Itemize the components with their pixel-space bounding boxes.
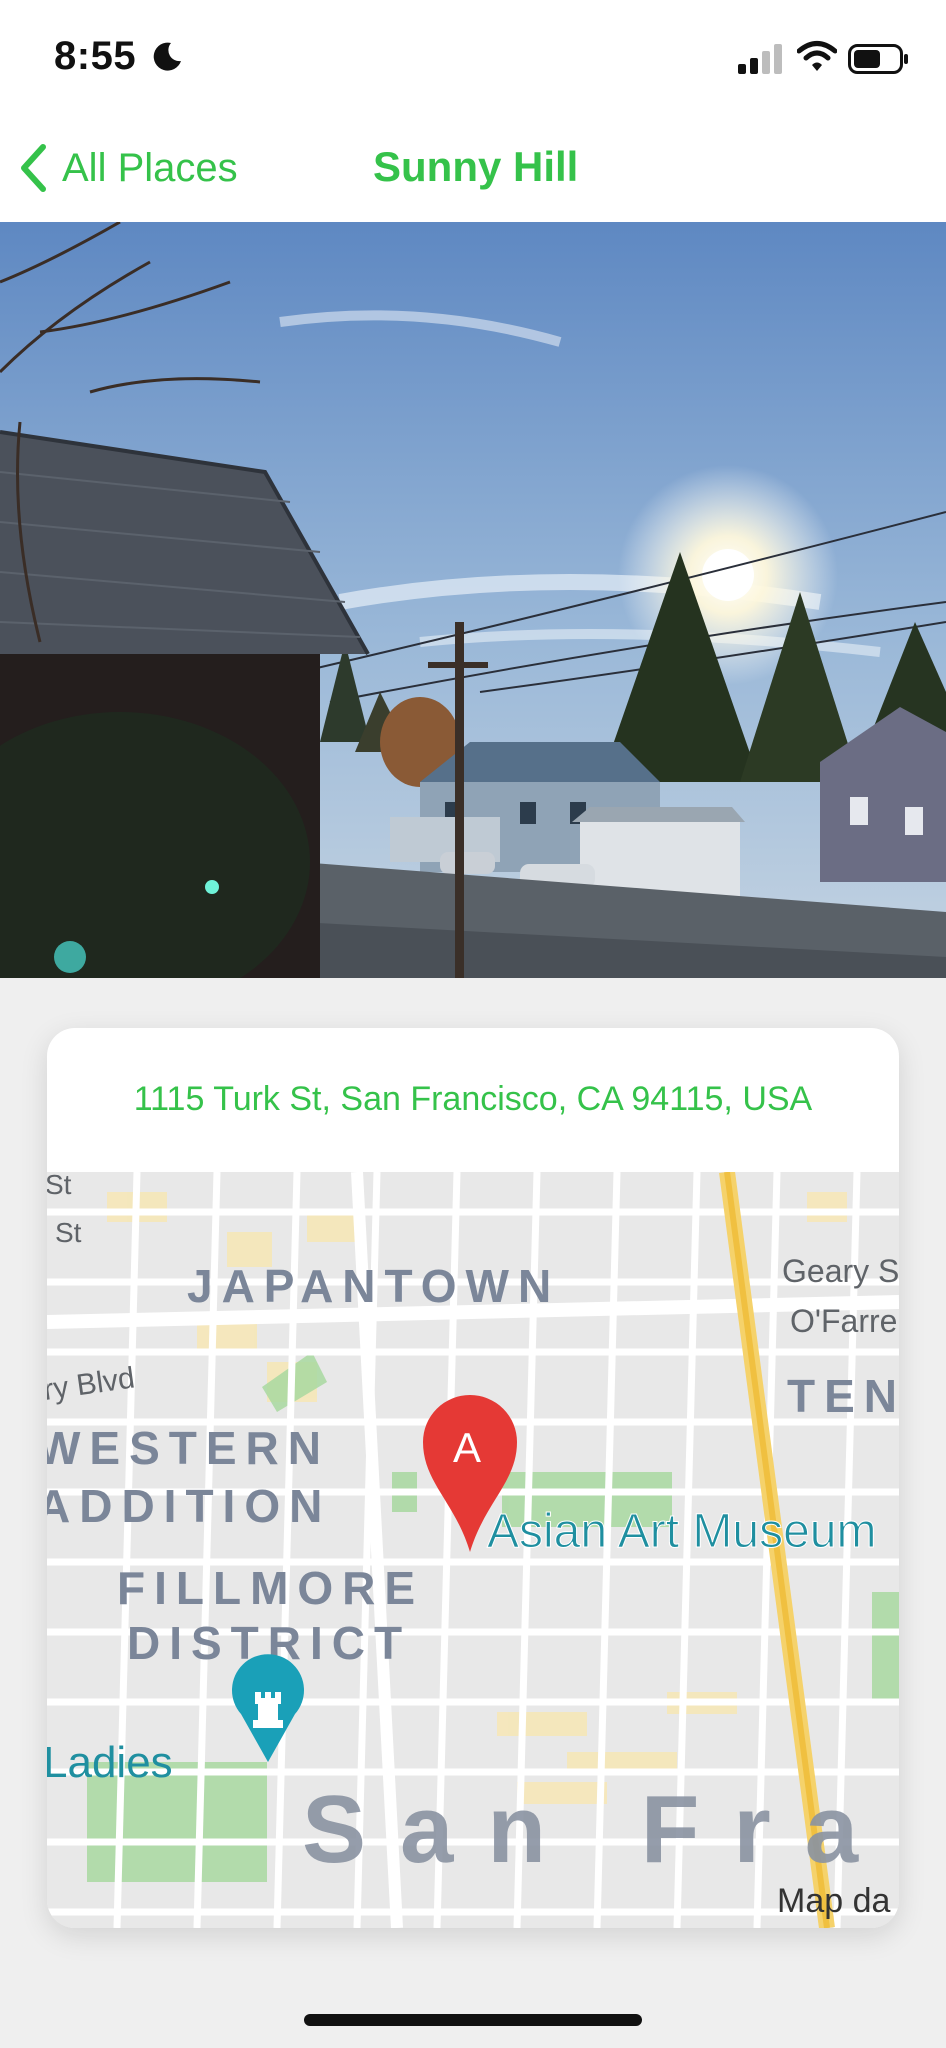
map-label-st-1: St [47, 1172, 72, 1200]
map-attribution: Map da [777, 1882, 890, 1920]
map-label-ladies: Ladies [47, 1738, 173, 1787]
marker-label: A [453, 1424, 481, 1471]
map-label-addition: ADDITION [47, 1480, 331, 1532]
moon-icon [153, 42, 181, 71]
back-button[interactable]: All Places [18, 138, 238, 198]
map-label-asian-art-museum: Asian Art Museum [487, 1505, 876, 1558]
map-label-japantown: JAPANTOWN [187, 1260, 560, 1312]
back-button-label: All Places [62, 145, 238, 190]
page-title: Sunny Hill [373, 143, 579, 190]
map-label-fillmore: FILLMORE [117, 1562, 424, 1614]
map-label-ofarrell: O'Farre [790, 1303, 897, 1339]
status-bar: 8:55 [0, 0, 946, 110]
chevron-left-icon [21, 144, 46, 192]
map-label-geary: Geary S [782, 1253, 899, 1289]
map-label-san-francisco: San Fra [302, 1776, 892, 1883]
address-link[interactable]: 1115 Turk St, San Francisco, CA 94115, U… [47, 1080, 899, 1119]
map-view[interactable]: JAPANTOWN WESTERN ADDITION FILLMORE DIST… [47, 1172, 899, 1928]
wifi-icon [797, 41, 837, 71]
battery-icon [848, 44, 908, 74]
map-label-st-2: St [55, 1217, 82, 1248]
cellular-signal-icon [738, 44, 782, 74]
home-indicator[interactable] [304, 2014, 642, 2026]
place-photo [0, 222, 946, 978]
map-label-western: WESTERN [47, 1422, 330, 1474]
map-label-ten: TEN [787, 1370, 899, 1422]
location-card: 1115 Turk St, San Francisco, CA 94115, U… [47, 1028, 899, 1928]
status-time: 8:55 [54, 34, 137, 78]
